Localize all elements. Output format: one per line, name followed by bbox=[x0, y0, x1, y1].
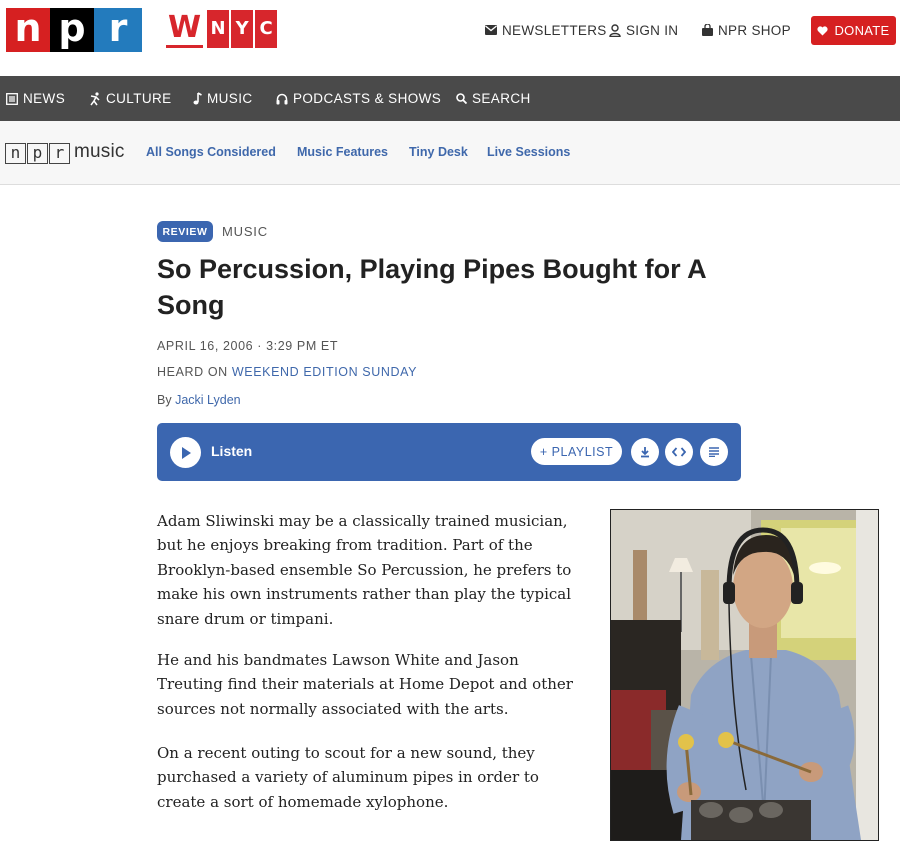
logo-letter: r bbox=[49, 143, 70, 164]
wnyc-logo-letter: C bbox=[255, 10, 278, 48]
subnav-link-music-features[interactable]: Music Features bbox=[297, 145, 388, 159]
subnav-link-live-sessions[interactable]: Live Sessions bbox=[487, 145, 570, 159]
donate-label: DONATE bbox=[834, 23, 890, 38]
nav-item-podcasts[interactable]: PODCASTS & SHOWS bbox=[276, 76, 441, 121]
npr-music-logo[interactable]: n p r bbox=[5, 143, 71, 164]
nav-item-search[interactable]: SEARCH bbox=[456, 76, 531, 121]
shopping-bag-icon bbox=[702, 24, 713, 36]
listen-label[interactable]: Listen bbox=[211, 443, 252, 459]
newspaper-icon bbox=[6, 92, 18, 105]
sign-in-label: SIGN IN bbox=[626, 22, 679, 38]
music-brand[interactable]: music bbox=[74, 141, 125, 163]
heart-icon bbox=[817, 25, 829, 35]
npr-logo-letter: p bbox=[50, 8, 94, 52]
download-button[interactable] bbox=[631, 438, 659, 466]
wnyc-logo-letter: N bbox=[207, 10, 230, 48]
code-icon bbox=[672, 447, 686, 457]
user-icon bbox=[609, 23, 621, 37]
npr-logo-letter: r bbox=[94, 8, 142, 52]
article-photo[interactable] bbox=[610, 509, 879, 841]
site-header: n p r W N Y C NEWSLETTERS SIGN IN NPR SH… bbox=[0, 0, 900, 76]
nav-item-news[interactable]: NEWS bbox=[6, 76, 65, 121]
section-label[interactable]: MUSIC bbox=[222, 224, 268, 239]
dancer-icon bbox=[90, 91, 100, 105]
paragraph: He and his bandmates Lawson White and Ja… bbox=[157, 651, 573, 718]
page-title: So Percussion, Playing Pipes Bought for … bbox=[157, 254, 706, 320]
heard-on: HEARD ON WEEKEND EDITION SUNDAY bbox=[157, 365, 417, 379]
npr-shop-label: NPR SHOP bbox=[718, 22, 791, 38]
newsletters-label: NEWSLETTERS bbox=[502, 22, 607, 38]
nav-label: MUSIC bbox=[207, 91, 253, 106]
nav-label: PODCASTS & SHOWS bbox=[293, 91, 442, 106]
nav-item-culture[interactable]: CULTURE bbox=[90, 76, 172, 121]
wnyc-logo-letter: Y bbox=[231, 10, 254, 48]
subnav-link-tiny-desk[interactable]: Tiny Desk bbox=[409, 145, 468, 159]
nav-item-music[interactable]: MUSIC bbox=[193, 76, 253, 121]
donate-button[interactable]: DONATE bbox=[811, 16, 896, 45]
envelope-icon bbox=[485, 25, 497, 35]
paragraph: On a recent outing to scout for a new so… bbox=[157, 744, 539, 811]
nav-label: CULTURE bbox=[106, 91, 172, 106]
heard-on-prefix: HEARD ON bbox=[157, 365, 228, 379]
add-to-playlist-button[interactable]: + PLAYLIST bbox=[531, 438, 622, 465]
article-date: APRIL 16, 2006 · 3:29 PM ET bbox=[157, 339, 339, 353]
author-link[interactable]: Jacki Lyden bbox=[175, 393, 241, 407]
transcript-icon bbox=[709, 447, 719, 457]
music-note-icon bbox=[193, 92, 202, 105]
byline-prefix: By bbox=[157, 393, 172, 407]
paragraph: Adam Sliwinski may be a classically trai… bbox=[157, 512, 572, 628]
headphones-icon bbox=[276, 93, 288, 104]
musician-photo bbox=[611, 510, 878, 840]
play-button[interactable] bbox=[170, 437, 201, 468]
review-badge[interactable]: REVIEW bbox=[157, 221, 213, 242]
wnyc-logo-letter: W bbox=[166, 13, 204, 48]
logo-letter: p bbox=[27, 143, 48, 164]
show-link[interactable]: WEEKEND EDITION SUNDAY bbox=[232, 365, 417, 379]
subnav-link-all-songs-considered[interactable]: All Songs Considered bbox=[146, 145, 276, 159]
play-icon bbox=[181, 446, 191, 459]
transcript-button[interactable] bbox=[700, 438, 728, 466]
logo-letter: n bbox=[5, 143, 26, 164]
download-icon bbox=[641, 447, 649, 458]
embed-button[interactable] bbox=[665, 438, 693, 466]
sign-in-link[interactable]: SIGN IN bbox=[609, 20, 678, 40]
search-icon bbox=[456, 93, 467, 104]
npr-shop-link[interactable]: NPR SHOP bbox=[702, 20, 791, 40]
byline: By Jacki Lyden bbox=[157, 393, 241, 407]
audio-player: Listen + PLAYLIST bbox=[157, 423, 741, 481]
npr-logo[interactable]: n p r bbox=[6, 8, 142, 52]
npr-logo-letter: n bbox=[6, 8, 50, 52]
wnyc-logo[interactable]: W N Y C bbox=[166, 10, 279, 48]
main-nav: NEWS CULTURE MUSIC PODCASTS & SHOWS SEAR… bbox=[0, 76, 900, 121]
nav-label: SEARCH bbox=[472, 91, 531, 106]
newsletters-link[interactable]: NEWSLETTERS bbox=[485, 20, 607, 40]
nav-label: NEWS bbox=[23, 91, 66, 106]
